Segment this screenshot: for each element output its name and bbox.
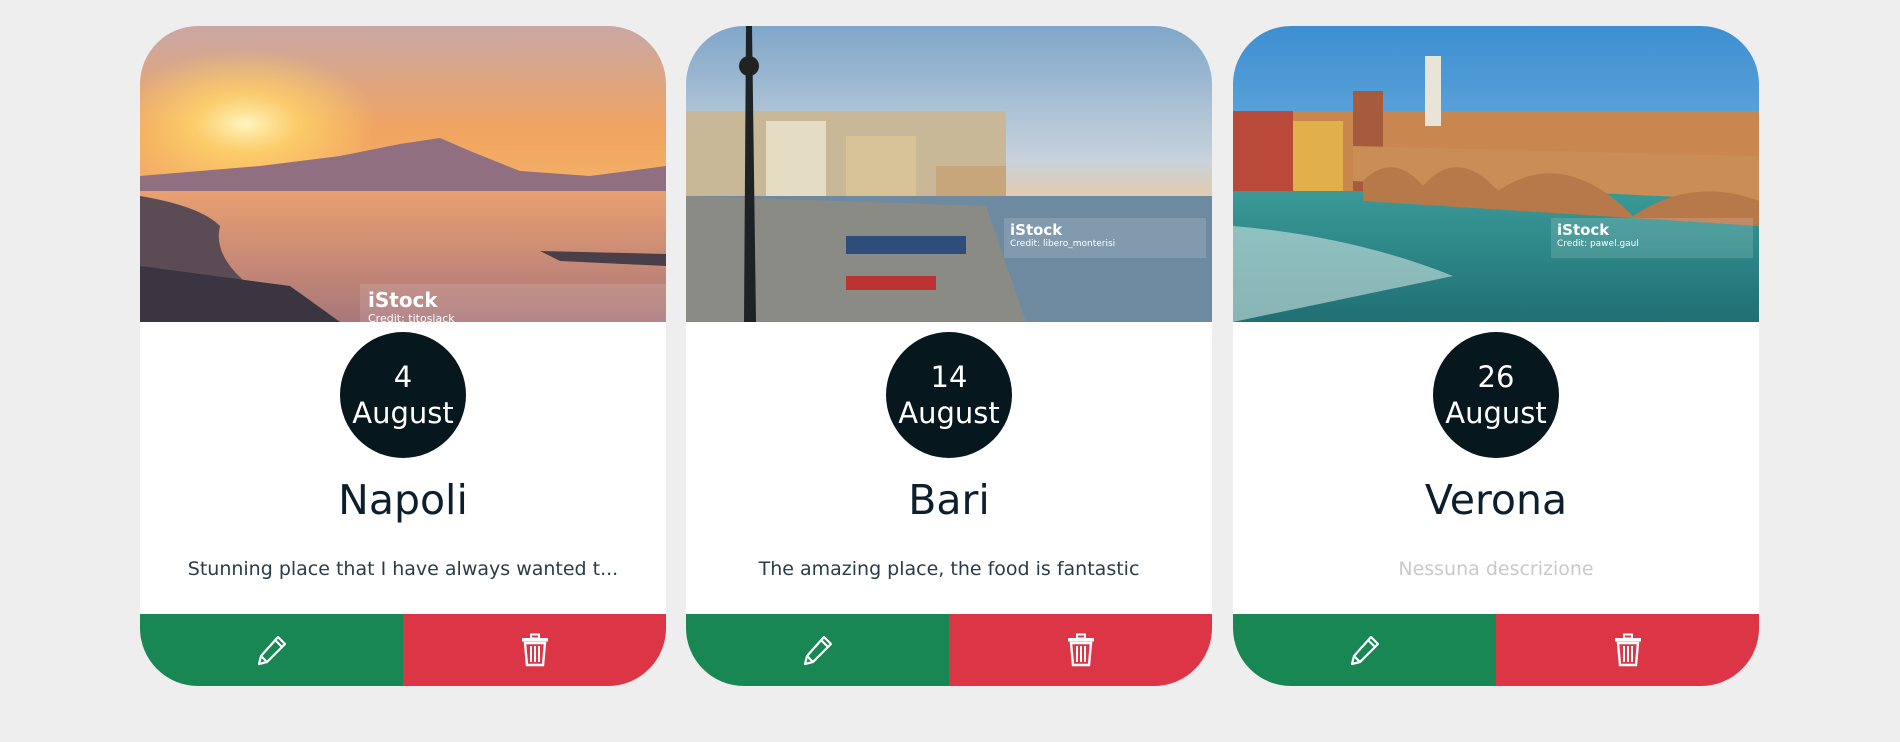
- pencil-icon: [257, 635, 286, 666]
- card-description: The amazing place, the food is fantastic: [758, 558, 1140, 580]
- date-day: 4: [393, 360, 413, 394]
- date-badge: 26 August: [1433, 332, 1559, 458]
- delete-button[interactable]: [403, 614, 666, 686]
- trash-icon: [521, 633, 548, 667]
- card-actions: [686, 614, 1212, 686]
- travel-card: iStock Credit: pawel.gaul 26 August Vero…: [1233, 26, 1759, 686]
- city-title: Napoli: [338, 476, 468, 524]
- delete-button[interactable]: [1496, 614, 1759, 686]
- edit-button[interactable]: [140, 614, 403, 686]
- card-actions: [140, 614, 666, 686]
- delete-button[interactable]: [949, 614, 1212, 686]
- card-image-bari: iStock Credit: libero_monterisi: [686, 26, 1212, 322]
- card-description: Stunning place that I have always wanted…: [187, 558, 619, 580]
- pencil-icon: [1350, 635, 1379, 666]
- date-month: August: [352, 396, 454, 430]
- card-description-placeholder: Nessuna descrizione: [1398, 558, 1594, 580]
- trash-icon: [1067, 633, 1094, 667]
- image-watermark: iStock Credit: libero_monterisi: [1004, 218, 1206, 258]
- city-title: Verona: [1424, 476, 1568, 524]
- travel-card: iStock Credit: libero_monterisi 14 Augus…: [686, 26, 1212, 686]
- travel-card: iStock Credit: titoslack 4 August Napoli…: [140, 26, 666, 686]
- date-badge: 14 August: [886, 332, 1012, 458]
- edit-button[interactable]: [686, 614, 949, 686]
- date-month: August: [898, 396, 1000, 430]
- date-badge: 4 August: [340, 332, 466, 458]
- date-day: 26: [1477, 360, 1515, 394]
- card-actions: [1233, 614, 1759, 686]
- trash-icon: [1614, 633, 1641, 667]
- image-watermark: iStock Credit: pawel.gaul: [1551, 218, 1753, 258]
- pencil-icon: [803, 635, 832, 666]
- date-day: 14: [930, 360, 968, 394]
- city-title: Bari: [908, 476, 990, 524]
- edit-button[interactable]: [1233, 614, 1496, 686]
- card-image-napoli: iStock Credit: titoslack: [140, 26, 666, 322]
- card-image-verona: iStock Credit: pawel.gaul: [1233, 26, 1759, 322]
- date-month: August: [1445, 396, 1547, 430]
- image-watermark: iStock Credit: titoslack: [360, 284, 666, 322]
